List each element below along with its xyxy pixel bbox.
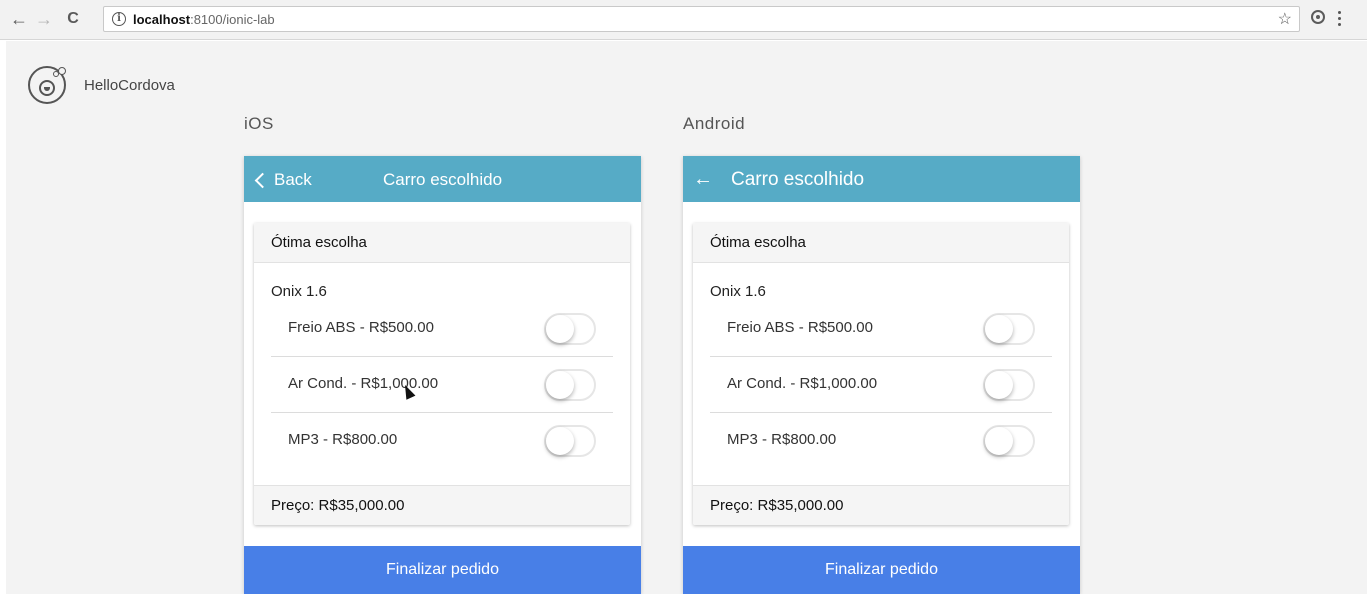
option-item: Freio ABS - R$500.00 <box>271 301 613 357</box>
option-toggle[interactable] <box>983 425 1035 457</box>
price-footer: Preço: R$35,000.00 <box>693 485 1069 525</box>
finish-order-button[interactable]: Finalizar pedido <box>244 546 641 594</box>
option-toggle[interactable] <box>544 425 596 457</box>
platform-label-ios: iOS <box>244 114 274 133</box>
finish-order-button[interactable]: Finalizar pedido <box>683 546 1080 594</box>
option-label: MP3 - R$800.00 <box>288 431 398 448</box>
option-toggle[interactable] <box>544 313 596 345</box>
option-label: Ar Cond. - R$1,000.00 <box>288 375 439 392</box>
option-label: Ar Cond. - R$1,000.00 <box>727 375 878 392</box>
option-item: Freio ABS - R$500.00 <box>710 301 1052 357</box>
card-header: Ótima escolha <box>693 223 1069 263</box>
ionic-lab-page: HelloCordova iOS Back Carro escolhido Ót… <box>6 41 1367 594</box>
car-model: Onix 1.6 <box>710 283 766 300</box>
page-title: Carro escolhido <box>731 169 865 190</box>
arrow-back-icon[interactable]: ← <box>693 168 713 191</box>
choice-card: Ótima escolha Onix 1.6 Freio ABS - R$500… <box>693 223 1069 525</box>
platform-label-android: Android <box>683 114 746 133</box>
choice-card: Ótima escolha Onix 1.6 Freio ABS - R$500… <box>254 223 630 525</box>
option-toggle[interactable] <box>544 369 596 401</box>
url-path: :8100/ionic-lab <box>190 12 275 27</box>
bookmark-star-icon[interactable]: ☆ <box>1278 9 1292 29</box>
ios-device-preview: Back Carro escolhido Ótima escolha Onix … <box>244 156 641 594</box>
forward-arrow-icon[interactable]: → <box>33 8 55 30</box>
url-host: localhost <box>133 12 191 27</box>
car-model: Onix 1.6 <box>271 283 327 300</box>
option-item: MP3 - R$800.00 <box>271 413 613 469</box>
option-item: Ar Cond. - R$1,000.00 <box>271 357 613 413</box>
ios-navbar: Back Carro escolhido <box>244 156 641 202</box>
option-toggle[interactable] <box>983 313 1035 345</box>
reload-icon[interactable]: C <box>62 8 84 30</box>
option-toggle[interactable] <box>983 369 1035 401</box>
back-arrow-icon[interactable]: ← <box>8 8 30 30</box>
ionic-lab-logo-icon <box>28 66 66 104</box>
app-name: HelloCordova <box>84 77 175 94</box>
info-icon[interactable]: i <box>112 12 126 26</box>
page-title: Carro escolhido <box>382 170 503 189</box>
option-label: MP3 - R$800.00 <box>727 431 837 448</box>
browser-toolbar: ← → C i localhost:8100/ionic-lab ☆ <box>0 0 1367 40</box>
android-toolbar: ← Carro escolhido <box>683 156 1080 202</box>
price-footer: Preço: R$35,000.00 <box>254 485 630 525</box>
extension-icon[interactable] <box>1311 10 1325 24</box>
card-header: Ótima escolha <box>254 223 630 263</box>
url-text[interactable]: localhost:8100/ionic-lab <box>133 12 275 27</box>
option-item: Ar Cond. - R$1,000.00 <box>710 357 1052 413</box>
option-item: MP3 - R$800.00 <box>710 413 1052 469</box>
kebab-menu-icon[interactable] <box>1338 11 1342 27</box>
android-device-preview: ← Carro escolhido Ótima escolha Onix 1.6… <box>683 156 1080 594</box>
option-label: Freio ABS - R$500.00 <box>727 319 873 336</box>
option-label: Freio ABS - R$500.00 <box>288 319 434 336</box>
address-bar[interactable]: i localhost:8100/ionic-lab ☆ <box>103 6 1300 32</box>
